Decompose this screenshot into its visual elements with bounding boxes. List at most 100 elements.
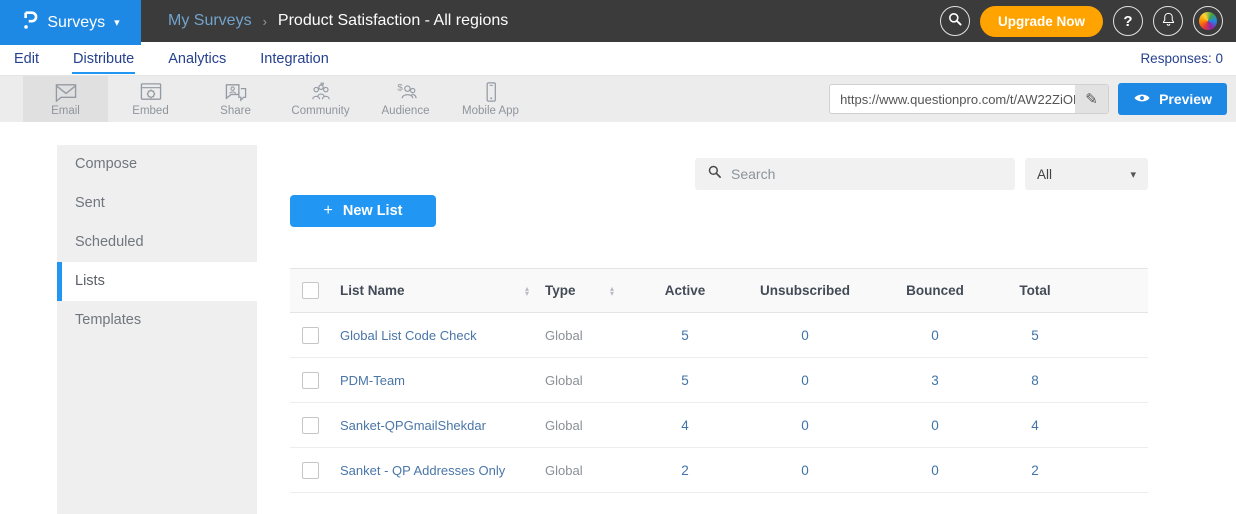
product-label: Surveys xyxy=(47,14,105,32)
svg-text:$: $ xyxy=(397,83,403,94)
list-name-link[interactable]: PDM-Team xyxy=(340,373,405,388)
responses-count[interactable]: Responses: 0 xyxy=(1140,51,1223,66)
col-bounced: Bounced xyxy=(880,283,990,298)
col-list-name: List Name xyxy=(340,283,405,298)
list-type: Global xyxy=(545,463,583,478)
lists-panel: All ▾ + New List List Name ▴▾ Type xyxy=(257,145,1236,514)
pencil-icon: ✎ xyxy=(1085,90,1098,108)
breadcrumb-my-surveys[interactable]: My Surveys xyxy=(168,12,252,30)
upgrade-now-button[interactable]: Upgrade Now xyxy=(980,6,1103,37)
page-title: Product Satisfaction - All regions xyxy=(278,12,508,30)
edit-url-button[interactable]: ✎ xyxy=(1075,85,1108,113)
new-list-button[interactable]: + New List xyxy=(290,195,436,227)
tool-email-label: Email xyxy=(51,105,80,117)
tool-email[interactable]: Email xyxy=(23,76,108,122)
tab-integration[interactable]: Integration xyxy=(259,43,330,74)
row-checkbox[interactable] xyxy=(302,372,319,389)
chevron-down-icon: ▾ xyxy=(1130,168,1136,181)
list-type: Global xyxy=(545,373,583,388)
col-total: Total xyxy=(990,283,1080,298)
unsubscribed-count-link[interactable]: 0 xyxy=(801,418,809,433)
tab-analytics[interactable]: Analytics xyxy=(167,43,227,74)
table-row: Global List Code Check Global 5 0 0 5 xyxy=(290,313,1148,358)
filter-selected-value: All xyxy=(1037,167,1052,182)
active-count-link[interactable]: 4 xyxy=(681,418,689,433)
unsubscribed-count-link[interactable]: 0 xyxy=(801,373,809,388)
bounced-count-link[interactable]: 3 xyxy=(931,373,939,388)
select-all-checkbox[interactable] xyxy=(302,282,319,299)
email-sidebar: Compose Sent Scheduled Lists Templates xyxy=(57,145,257,514)
list-name-link[interactable]: Sanket-QPGmailShekdar xyxy=(340,418,486,433)
breadcrumb: My Surveys › Product Satisfaction - All … xyxy=(168,12,508,30)
list-name-link[interactable]: Sanket - QP Addresses Only xyxy=(340,463,505,478)
tool-share-label: Share xyxy=(220,105,251,117)
preview-button[interactable]: Preview xyxy=(1118,83,1227,115)
tool-community[interactable]: Community xyxy=(278,76,363,122)
total-count-link[interactable]: 4 xyxy=(1031,418,1039,433)
notifications-button[interactable] xyxy=(1153,6,1183,36)
help-button[interactable]: ? xyxy=(1113,6,1143,36)
bounced-count-link[interactable]: 0 xyxy=(931,463,939,478)
active-count-link[interactable]: 5 xyxy=(681,328,689,343)
global-search-button[interactable] xyxy=(940,6,970,36)
mobile-app-icon xyxy=(477,81,505,104)
audience-icon: $ xyxy=(392,81,420,104)
col-active: Active xyxy=(640,283,730,298)
tool-mobile-app[interactable]: Mobile App xyxy=(448,76,533,122)
tool-embed[interactable]: Embed xyxy=(108,76,193,122)
avatar xyxy=(1199,12,1217,30)
unsubscribed-count-link[interactable]: 0 xyxy=(801,328,809,343)
account-menu-button[interactable] xyxy=(1193,6,1223,36)
list-filter-dropdown[interactable]: All ▾ xyxy=(1025,158,1148,190)
tool-audience[interactable]: $ Audience xyxy=(363,76,448,122)
active-count-link[interactable]: 5 xyxy=(681,373,689,388)
distribute-toolbar: Email Embed Share xyxy=(0,76,1236,122)
search-input[interactable] xyxy=(731,166,1003,182)
sidebar-item-compose[interactable]: Compose xyxy=(57,145,257,184)
sort-icon[interactable]: ▴▾ xyxy=(525,286,529,296)
preview-label: Preview xyxy=(1159,91,1212,107)
bounced-count-link[interactable]: 0 xyxy=(931,418,939,433)
email-icon xyxy=(52,81,80,104)
surveys-product-switcher[interactable]: Surveys ▾ xyxy=(0,0,141,45)
total-count-link[interactable]: 5 xyxy=(1031,328,1039,343)
community-icon xyxy=(307,81,335,104)
row-checkbox[interactable] xyxy=(302,462,319,479)
survey-url-input[interactable] xyxy=(830,85,1075,113)
tab-edit[interactable]: Edit xyxy=(13,43,40,74)
unsubscribed-count-link[interactable]: 0 xyxy=(801,463,809,478)
row-checkbox[interactable] xyxy=(302,417,319,434)
sidebar-item-templates[interactable]: Templates xyxy=(57,301,257,340)
col-unsubscribed: Unsubscribed xyxy=(730,283,880,298)
active-count-link[interactable]: 2 xyxy=(681,463,689,478)
sidebar-item-sent[interactable]: Sent xyxy=(57,184,257,223)
bounced-count-link[interactable]: 0 xyxy=(931,328,939,343)
chevron-down-icon: ▾ xyxy=(114,16,120,29)
bell-icon xyxy=(1161,11,1176,31)
tab-distribute[interactable]: Distribute xyxy=(72,43,135,74)
table-header: List Name ▴▾ Type ▴▾ Active Unsubscribed… xyxy=(290,268,1148,313)
total-count-link[interactable]: 8 xyxy=(1031,373,1039,388)
lists-table: List Name ▴▾ Type ▴▾ Active Unsubscribed… xyxy=(290,268,1148,493)
question-mark-icon: ? xyxy=(1123,13,1132,30)
total-count-link[interactable]: 2 xyxy=(1031,463,1039,478)
tool-mobile-app-label: Mobile App xyxy=(462,105,519,117)
sort-icon[interactable]: ▴▾ xyxy=(610,286,614,296)
questionpro-logo-icon xyxy=(21,9,38,36)
topbar-actions: Upgrade Now ? xyxy=(940,6,1223,37)
sidebar-item-scheduled[interactable]: Scheduled xyxy=(57,223,257,262)
survey-link-group: ✎ Preview xyxy=(829,83,1227,115)
search-box xyxy=(695,158,1015,190)
new-list-label: New List xyxy=(343,203,403,219)
content-area: Compose Sent Scheduled Lists Templates A… xyxy=(0,122,1236,514)
breadcrumb-separator-icon: › xyxy=(263,14,267,29)
table-row: Sanket - QP Addresses Only Global 2 0 0 … xyxy=(290,448,1148,493)
row-checkbox[interactable] xyxy=(302,327,319,344)
tool-share[interactable]: Share xyxy=(193,76,278,122)
sidebar-item-lists[interactable]: Lists xyxy=(57,262,257,301)
plus-icon: + xyxy=(324,202,333,220)
list-type: Global xyxy=(545,418,583,433)
tool-embed-label: Embed xyxy=(132,105,168,117)
share-icon xyxy=(222,81,250,104)
list-name-link[interactable]: Global List Code Check xyxy=(340,328,477,343)
